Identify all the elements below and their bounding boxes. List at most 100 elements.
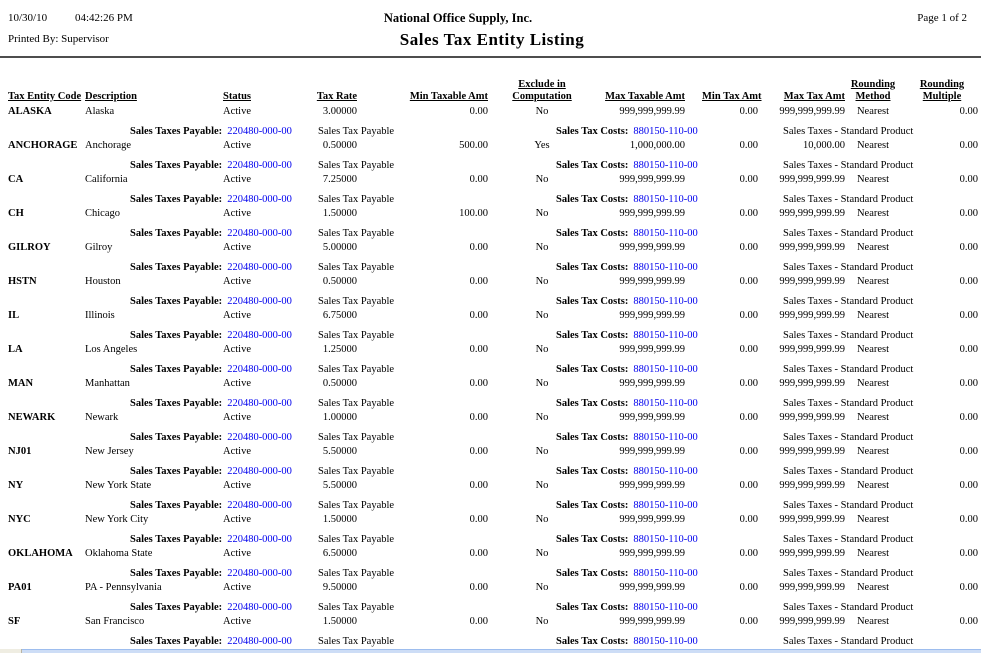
entity-code: OKLAHOMA (8, 548, 82, 559)
costs-account-number-link[interactable]: 880150-110-00 (628, 602, 697, 613)
entity-description: Houston (85, 276, 197, 287)
payable-account-number-link[interactable]: 220480-000-00 (222, 602, 292, 613)
gl-account-row: Sales Taxes Payable:220480-000-00 Sales … (0, 364, 981, 377)
horizontal-scrollbar[interactable] (0, 649, 981, 653)
entity-max-taxable-amt: 999,999,999.99 (582, 106, 685, 117)
entity-max-taxable-amt: 999,999,999.99 (582, 514, 685, 525)
scrollbar-left-button[interactable] (0, 649, 22, 653)
sales-taxes-payable-cell: Sales Taxes Payable:220480-000-00 (130, 228, 292, 239)
entity-tax-rate: 7.25000 (285, 174, 357, 185)
entity-max-tax-amt: 999,999,999.99 (770, 344, 845, 355)
gl-account-row: Sales Taxes Payable:220480-000-00 Sales … (0, 262, 981, 275)
entity-rounding-method: Nearest (846, 582, 900, 593)
entity-exclude-flag: No (498, 310, 586, 321)
sales-taxes-payable-cell: Sales Taxes Payable:220480-000-00 (130, 364, 292, 375)
col-header-max-tax-amt: Max Tax Amt (770, 91, 845, 102)
costs-account-number-link[interactable]: 880150-110-00 (628, 296, 697, 307)
entity-description: Illinois (85, 310, 197, 321)
sales-tax-costs-cell: Sales Tax Costs:880150-110-00 (556, 534, 698, 545)
col-header-rounding-multiple-line1: Rounding (906, 79, 978, 91)
entity-exclude-flag: No (498, 582, 586, 593)
payable-account-number-link[interactable]: 220480-000-00 (222, 432, 292, 443)
entity-description: Los Angeles (85, 344, 197, 355)
gl-account-row: Sales Taxes Payable:220480-000-00 Sales … (0, 126, 981, 139)
sales-taxes-payable-label: Sales Taxes Payable: (130, 432, 222, 443)
payable-account-number-link[interactable]: 220480-000-00 (222, 160, 292, 171)
entity-tax-rate: 1.50000 (285, 616, 357, 627)
sales-tax-costs-label: Sales Tax Costs: (556, 636, 628, 647)
entity-min-taxable-amt: 0.00 (390, 106, 488, 117)
entity-code: NY (8, 480, 82, 491)
entity-tax-rate: 1.50000 (285, 514, 357, 525)
entity-block: CH Chicago Active 1.50000 100.00 No 999,… (0, 208, 981, 242)
costs-account-number-link[interactable]: 880150-110-00 (628, 500, 697, 511)
costs-account-number-link[interactable]: 880150-110-00 (628, 398, 697, 409)
payable-account-description: Sales Tax Payable (318, 636, 394, 647)
entity-rounding-method: Nearest (846, 106, 900, 117)
payable-account-number-link[interactable]: 220480-000-00 (222, 262, 292, 273)
sales-taxes-payable-label: Sales Taxes Payable: (130, 330, 222, 341)
payable-account-number-link[interactable]: 220480-000-00 (222, 568, 292, 579)
entity-tax-rate: 0.50000 (285, 378, 357, 389)
payable-account-number-link[interactable]: 220480-000-00 (222, 194, 292, 205)
entity-exclude-flag: No (498, 480, 586, 491)
entity-row: OKLAHOMA Oklahoma State Active 6.50000 0… (0, 548, 981, 561)
payable-account-number-link[interactable]: 220480-000-00 (222, 296, 292, 307)
costs-account-number-link[interactable]: 880150-110-00 (628, 228, 697, 239)
entity-block: GILROY Gilroy Active 5.00000 0.00 No 999… (0, 242, 981, 276)
printed-by: Printed By: Supervisor (8, 33, 109, 45)
entity-exclude-flag: No (498, 514, 586, 525)
costs-account-number-link[interactable]: 880150-110-00 (628, 466, 697, 477)
payable-account-description: Sales Tax Payable (318, 126, 394, 137)
payable-account-description: Sales Tax Payable (318, 398, 394, 409)
col-header-status: Status (193, 91, 251, 102)
entity-row: NYC New York City Active 1.50000 0.00 No… (0, 514, 981, 527)
entity-tax-rate: 6.75000 (285, 310, 357, 321)
entity-status: Active (193, 276, 251, 287)
costs-account-number-link[interactable]: 880150-110-00 (628, 160, 697, 171)
payable-account-number-link[interactable]: 220480-000-00 (222, 636, 292, 647)
entity-block: HSTN Houston Active 0.50000 0.00 No 999,… (0, 276, 981, 310)
payable-account-number-link[interactable]: 220480-000-00 (222, 364, 292, 375)
payable-account-number-link[interactable]: 220480-000-00 (222, 126, 292, 137)
entity-min-tax-amt: 0.00 (702, 582, 758, 593)
costs-account-number-link[interactable]: 880150-110-00 (628, 126, 697, 137)
sales-taxes-payable-cell: Sales Taxes Payable:220480-000-00 (130, 534, 292, 545)
entity-block: NEWARK Newark Active 1.00000 0.00 No 999… (0, 412, 981, 446)
page-number: Page 1 of 2 (917, 12, 967, 24)
costs-account-number-link[interactable]: 880150-110-00 (628, 364, 697, 375)
payable-account-number-link[interactable]: 220480-000-00 (222, 330, 292, 341)
payable-account-number-link[interactable]: 220480-000-00 (222, 534, 292, 545)
entity-min-taxable-amt: 0.00 (390, 378, 488, 389)
costs-account-number-link[interactable]: 880150-110-00 (628, 534, 697, 545)
costs-account-description: Sales Taxes - Standard Product (783, 296, 913, 307)
costs-account-number-link[interactable]: 880150-110-00 (628, 568, 697, 579)
col-header-description: Description (85, 91, 137, 102)
entity-status: Active (193, 208, 251, 219)
entity-block: NY New York State Active 5.50000 0.00 No… (0, 480, 981, 514)
entity-block: NYC New York City Active 1.50000 0.00 No… (0, 514, 981, 548)
costs-account-number-link[interactable]: 880150-110-00 (628, 330, 697, 341)
costs-account-number-link[interactable]: 880150-110-00 (628, 636, 697, 647)
payable-account-number-link[interactable]: 220480-000-00 (222, 466, 292, 477)
entity-status: Active (193, 344, 251, 355)
col-header-exclude-line1: Exclude in (498, 79, 586, 91)
payable-account-description: Sales Tax Payable (318, 228, 394, 239)
payable-account-number-link[interactable]: 220480-000-00 (222, 398, 292, 409)
sales-taxes-payable-label: Sales Taxes Payable: (130, 602, 222, 613)
sales-tax-costs-label: Sales Tax Costs: (556, 194, 628, 205)
costs-account-description: Sales Taxes - Standard Product (783, 228, 913, 239)
sales-taxes-payable-label: Sales Taxes Payable: (130, 466, 222, 477)
entity-min-tax-amt: 0.00 (702, 514, 758, 525)
payable-account-number-link[interactable]: 220480-000-00 (222, 500, 292, 511)
payable-account-description: Sales Tax Payable (318, 466, 394, 477)
costs-account-number-link[interactable]: 880150-110-00 (628, 432, 697, 443)
payable-account-number-link[interactable]: 220480-000-00 (222, 228, 292, 239)
entity-rounding-method: Nearest (846, 480, 900, 491)
costs-account-number-link[interactable]: 880150-110-00 (628, 262, 697, 273)
costs-account-number-link[interactable]: 880150-110-00 (628, 194, 697, 205)
header-rule (0, 56, 981, 58)
gl-account-row: Sales Taxes Payable:220480-000-00 Sales … (0, 228, 981, 241)
entity-description: San Francisco (85, 616, 197, 627)
entity-max-tax-amt: 999,999,999.99 (770, 310, 845, 321)
